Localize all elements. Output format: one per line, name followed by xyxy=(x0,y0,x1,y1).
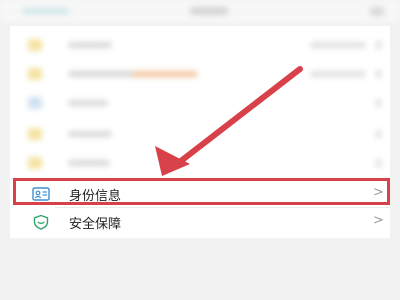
annotation-arrow xyxy=(155,66,303,176)
